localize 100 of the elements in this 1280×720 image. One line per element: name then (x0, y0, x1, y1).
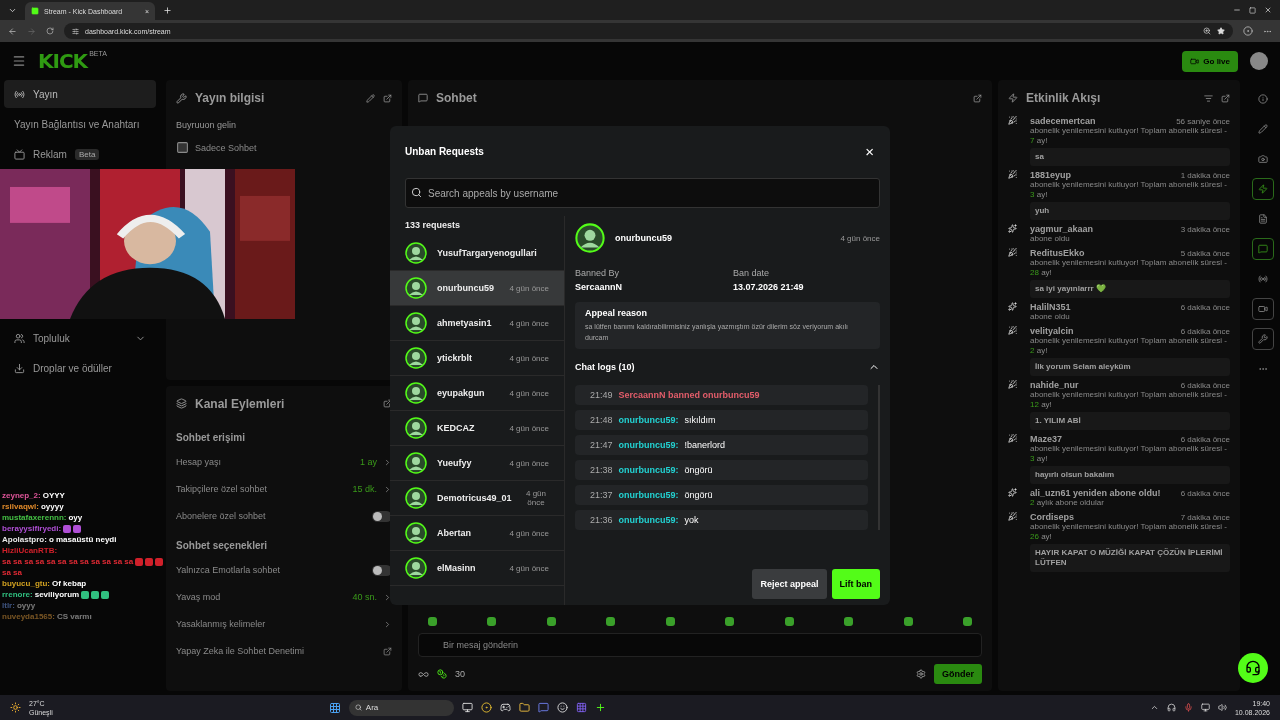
maximize-icon[interactable] (1249, 6, 1256, 14)
camera-icon (1258, 154, 1268, 164)
field-label: Banned By (575, 268, 621, 278)
emote-icon[interactable] (665, 616, 675, 626)
event-time: 6 dakika önce (1180, 489, 1230, 498)
reject-button[interactable]: Reject appeal (752, 569, 827, 599)
emote-icon[interactable] (844, 616, 854, 626)
sidebar-item[interactable]: Reklam Beta (4, 140, 156, 168)
request-item[interactable]: ytickrblt 4 gün önce (390, 341, 564, 376)
app-icon (594, 702, 606, 713)
info-icon (1258, 94, 1268, 104)
emote-icon[interactable] (546, 616, 556, 626)
chat-message: sa sa sa sa sa sa sa sa sa sa sa sa (2, 557, 134, 566)
rail-button[interactable] (1252, 178, 1274, 200)
sparkle-icon (1008, 488, 1017, 497)
sidebar-item[interactable]: Topluluk (4, 324, 156, 352)
sidebar-item[interactable]: Yayın (4, 80, 156, 108)
bookmark-icon[interactable] (1217, 27, 1225, 35)
setting-label: Yapay Zeka ile Sohbet Denetimi (176, 646, 304, 656)
chat-log-row: 21:36 onurbuncu59: yok (575, 510, 868, 530)
event-detail: abonelik yenilemesini kutluyor! Toplam abonelik süresi - 3 ay! (1030, 444, 1228, 464)
chat-username: buyucu_gtu: (2, 579, 50, 588)
event-user: Maze37 (1030, 434, 1063, 444)
lightning-icon (1258, 184, 1268, 194)
lightning-icon (1008, 93, 1018, 103)
chat-message: sa sa (2, 568, 23, 577)
go-live-button[interactable]: Go live (1182, 50, 1238, 72)
event-message: sa (1030, 148, 1230, 166)
support-button[interactable] (1238, 653, 1268, 683)
browser-icon (480, 702, 492, 713)
broadcast-icon (1258, 274, 1268, 284)
send-button[interactable]: Gönder (934, 664, 982, 684)
panel-title: Sohbet (436, 91, 477, 105)
avatar (405, 277, 427, 299)
category-name: Sadece Sohbet (195, 142, 257, 153)
chat-message: oyy (68, 513, 83, 522)
event-time: 56 saniye önce (1176, 117, 1230, 126)
event-detail: abonelik yenilemesini kutluyor! Toplam abonelik süresi - 3 ay! (1030, 180, 1228, 200)
profile-avatar[interactable] (1250, 52, 1268, 70)
sidebar-item[interactable]: Droplar ve ödüller (4, 354, 156, 382)
request-item[interactable]: Abertan 4 gün önce (390, 516, 564, 551)
event-message: sa iyi yayınlarrr 💚 (1030, 280, 1230, 298)
emote-icon[interactable] (962, 616, 972, 626)
taskbar-search[interactable]: Ara (348, 699, 454, 716)
close-button[interactable]: × (859, 142, 880, 160)
new-tab-icon[interactable] (163, 5, 172, 15)
emote-icon[interactable] (725, 616, 735, 626)
emote-icon[interactable] (606, 616, 616, 626)
start-icon (328, 701, 341, 714)
request-item[interactable]: eyupakgun 4 gün önce (390, 376, 564, 411)
back-icon[interactable] (8, 26, 17, 36)
kick-logo[interactable]: KICK (38, 49, 88, 73)
setting-label: Abonelere özel sohbet (176, 511, 266, 521)
rail-button[interactable] (1252, 298, 1274, 320)
menu-icon[interactable] (12, 54, 26, 68)
weather-icon (10, 702, 21, 713)
event-time: 6 dakika önce (1180, 327, 1230, 336)
profile-icon[interactable] (1243, 26, 1253, 36)
emote-icon[interactable] (428, 616, 437, 626)
request-item[interactable]: onurbuncu59 4 gün önce (390, 271, 564, 306)
event-detail: abonelik yenilemesini kutluyor! Toplam abonelik süresi - 7 ay! (1030, 126, 1228, 146)
chat-username: HizliUcanRTB: (2, 546, 58, 555)
emote-icon[interactable] (487, 616, 497, 626)
chat-username: nuveyda1565: (2, 612, 55, 621)
chevron-icon (383, 457, 392, 467)
avatar (405, 487, 427, 509)
message-input[interactable]: Bir mesaj gönderin (418, 633, 982, 657)
rail-button[interactable] (1252, 238, 1274, 260)
party-icon (1008, 248, 1017, 257)
chat-log-row: 21:49 SercaannN banned onurbuncu59 (575, 385, 868, 405)
document-icon (1258, 214, 1268, 224)
event-time: 5 dakika önce (1180, 249, 1230, 258)
request-item[interactable]: ahmetyasin1 4 gün önce (390, 306, 564, 341)
stream-title: Buyruuon gelin (176, 120, 237, 130)
beta-badge: Beta (74, 148, 100, 160)
emote-icon[interactable] (784, 616, 794, 626)
event-user: sadecemertcan (1030, 116, 1096, 126)
search-field[interactable]: Search appeals by username (405, 178, 880, 208)
close-icon[interactable] (1264, 6, 1272, 14)
reload-icon[interactable] (46, 27, 54, 35)
request-item[interactable]: elMasinn 4 gün önce (390, 551, 564, 586)
sidebar-item[interactable]: Yayın Bağlantısı ve Anahtarı (4, 110, 156, 138)
lift-ban-button[interactable]: Lift ban (831, 569, 880, 599)
party-icon (1008, 512, 1017, 521)
rail-button[interactable] (1252, 328, 1274, 350)
request-item[interactable]: Yueufyy 4 gün önce (390, 446, 564, 481)
task-view-icon (461, 702, 473, 713)
request-item[interactable]: KEDCAZ 4 gün önce (390, 411, 564, 446)
emote-icon[interactable] (903, 616, 913, 626)
grid-icon (575, 702, 587, 713)
request-item[interactable]: Demotricus49_01 4 gün önce (390, 481, 564, 516)
kick-tab-icon (31, 7, 39, 15)
event-detail: abonelik yenilemesini kutluyor! Toplam abonelik süresi - 26 ay! (1030, 522, 1228, 542)
chat-message: seviliyorum (34, 590, 80, 599)
game-icon (499, 702, 511, 713)
chat-icon (1258, 244, 1268, 254)
zoom-icon[interactable] (1203, 27, 1211, 35)
section-title: Sohbet seçenekleri (176, 539, 268, 551)
minimize-icon[interactable] (1233, 6, 1241, 14)
chat-message: Of kebap (52, 579, 87, 588)
